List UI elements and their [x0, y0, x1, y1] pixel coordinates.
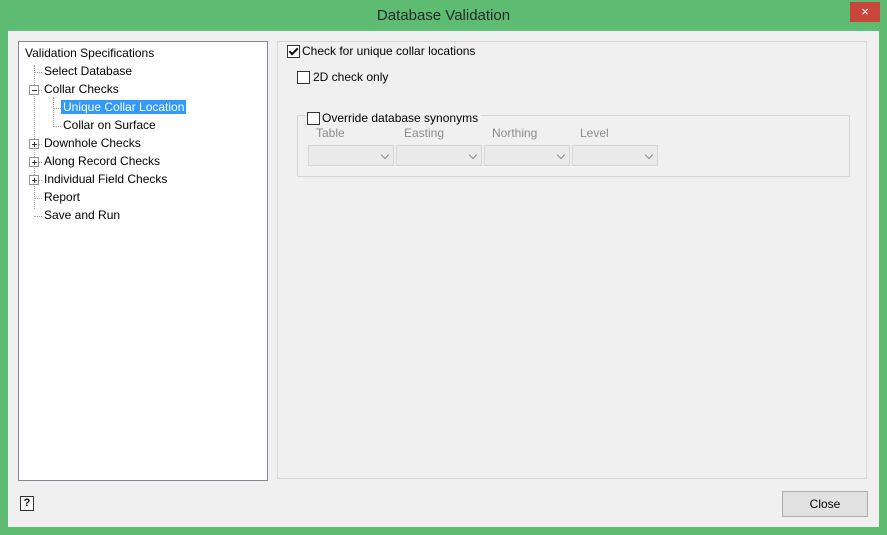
tree-item-label: Validation Specifications [25, 46, 155, 60]
tree-item-select-database[interactable]: Select Database [42, 63, 134, 79]
tree-item-label: Select Database [44, 64, 133, 78]
column-header-level: Level [580, 126, 609, 140]
downhole-checks-expand-icon[interactable] [29, 139, 39, 149]
tree-item-label: Along Record Checks [44, 154, 161, 168]
northing-select[interactable] [484, 145, 570, 166]
tree-item-label: Collar Checks [44, 82, 119, 96]
tree-item-unique-collar-location[interactable]: Unique Collar Location [61, 99, 187, 115]
tree-item-root[interactable]: Validation Specifications [23, 45, 156, 61]
dialog-window: Database Validation × Validation Specifi… [0, 0, 887, 535]
override-synonyms-label: Override database synonyms [322, 111, 482, 125]
tree-item-label: Save and Run [44, 208, 121, 222]
tree-item-individual-field-checks[interactable]: Individual Field Checks [42, 171, 169, 187]
easting-select[interactable] [396, 145, 482, 166]
2d-check-checkbox[interactable] [297, 71, 310, 84]
tree-item-report[interactable]: Report [42, 189, 82, 205]
close-window-icon[interactable]: × [850, 2, 880, 22]
tree-item-label: Unique Collar Location [61, 100, 187, 114]
chevron-down-icon [380, 150, 390, 160]
along-record-checks-expand-icon[interactable] [29, 157, 39, 167]
tree-item-collar-on-surface[interactable]: Collar on Surface [61, 117, 158, 133]
2d-check-label: 2D check only [313, 70, 389, 84]
unique-collar-label: Check for unique collar locations [302, 44, 480, 58]
chevron-down-icon [468, 150, 478, 160]
spec-tree[interactable]: Validation Specifications Select Databas… [18, 41, 268, 481]
individual-field-checks-expand-icon[interactable] [29, 175, 39, 185]
dialog-client: Validation Specifications Select Databas… [8, 31, 879, 527]
tree-item-label: Report [44, 190, 81, 204]
tree-item-label: Collar on Surface [63, 118, 156, 132]
help-icon[interactable]: ? [20, 496, 34, 511]
column-header-northing: Northing [492, 126, 538, 140]
close-button[interactable]: Close [782, 491, 868, 517]
column-header-table: Table [316, 126, 345, 140]
settings-panel [277, 41, 867, 479]
collar-checks-collapse-icon[interactable] [29, 85, 39, 95]
tree-item-save-and-run[interactable]: Save and Run [42, 207, 122, 223]
tree-item-label: Downhole Checks [44, 136, 141, 150]
window-title: Database Validation [376, 7, 511, 24]
tree-item-downhole-checks[interactable]: Downhole Checks [42, 135, 143, 151]
tree-item-collar-checks[interactable]: Collar Checks [42, 81, 121, 97]
unique-collar-checkbox[interactable] [287, 45, 300, 58]
chevron-down-icon [644, 150, 654, 160]
override-synonyms-checkbox[interactable] [307, 112, 320, 125]
table-select[interactable] [308, 145, 394, 166]
level-select[interactable] [572, 145, 658, 166]
column-header-easting: Easting [404, 126, 445, 140]
tree-item-label: Individual Field Checks [44, 172, 168, 186]
tree-item-along-record-checks[interactable]: Along Record Checks [42, 153, 162, 169]
title-bar[interactable]: Database Validation × [0, 0, 887, 30]
chevron-down-icon [556, 150, 566, 160]
